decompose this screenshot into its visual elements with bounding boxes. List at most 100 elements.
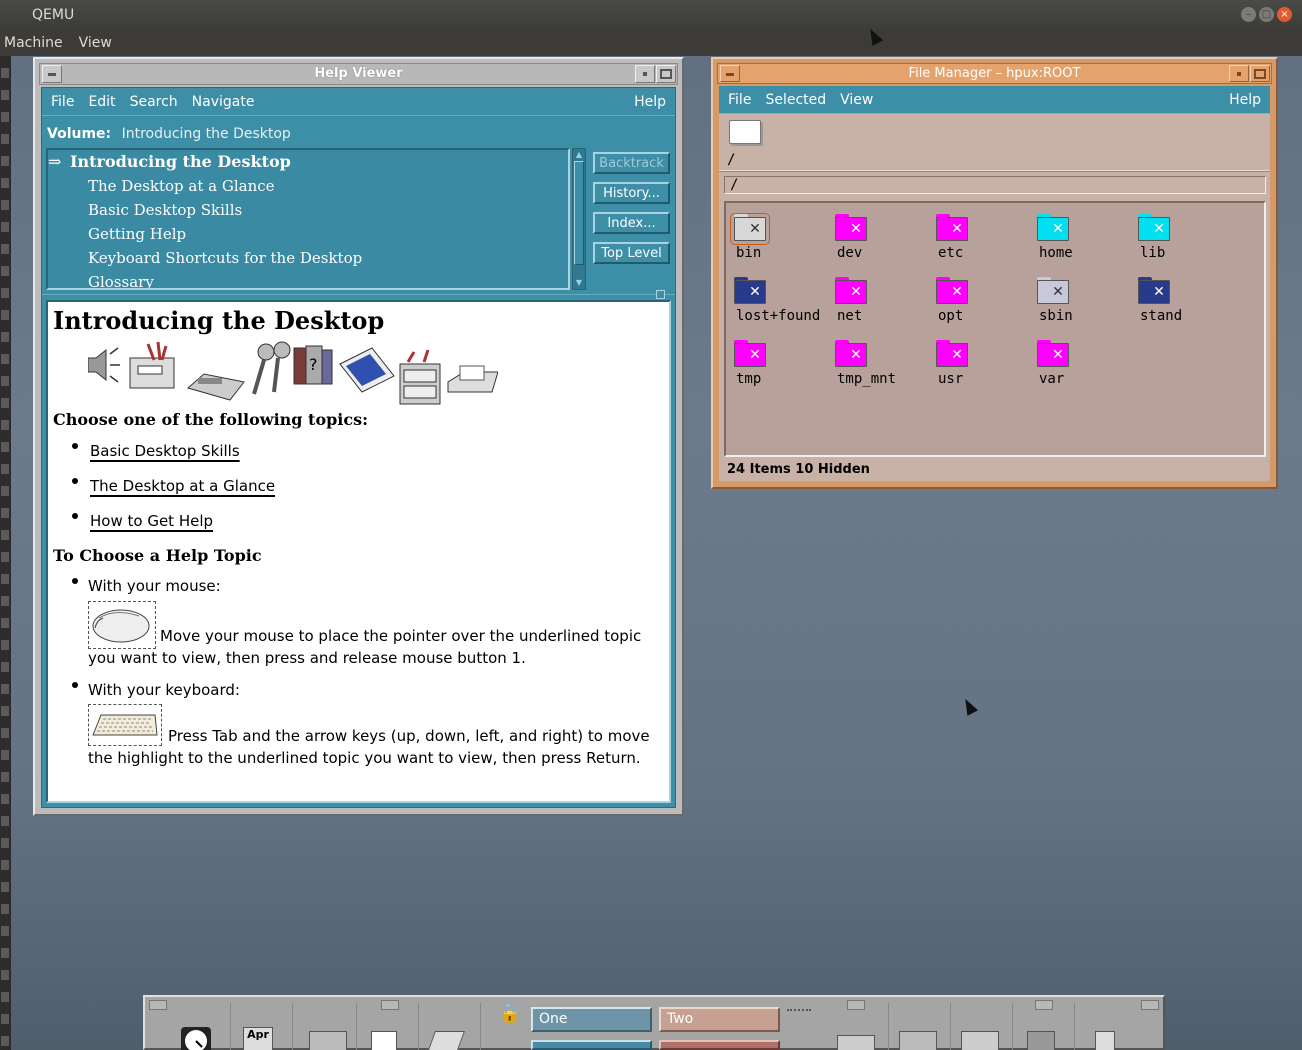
help-books-icon: ?	[293, 345, 333, 385]
panel-minimize-handle[interactable]	[1141, 1000, 1159, 1010]
topic-item[interactable]: Keyboard Shortcuts for the Desktop	[48, 246, 568, 270]
workspace-four-button[interactable]	[659, 1040, 780, 1050]
folder-name: home	[1039, 245, 1073, 261]
file-manager-title: File Manager – hpux:ROOT	[908, 66, 1081, 81]
folder-item[interactable]: ✕ home	[1031, 209, 1131, 265]
folder-name: tmp	[736, 371, 762, 387]
folder-item[interactable]: ✕ bin	[728, 209, 828, 265]
menu-selected[interactable]: Selected	[765, 92, 826, 108]
maximize-icon[interactable]: □	[1259, 7, 1274, 22]
scroll-up-icon[interactable]: ▲	[574, 150, 584, 160]
link-badge-icon: ✕	[1153, 284, 1165, 300]
clock-control[interactable]	[171, 1003, 231, 1050]
mail-tray-icon	[447, 365, 498, 393]
scroll-down-icon[interactable]: ▼	[574, 278, 584, 288]
help-manager-control[interactable]	[1015, 1003, 1075, 1050]
scroll-thumb[interactable]	[574, 161, 584, 265]
backtrack-button[interactable]: Backtrack	[593, 152, 670, 174]
top-level-button[interactable]: Top Level	[593, 242, 670, 264]
window-menu-icon[interactable]	[42, 65, 62, 83]
style-manager-control[interactable]	[891, 1003, 951, 1050]
mail-control[interactable]	[421, 1003, 481, 1050]
divider	[719, 170, 1270, 172]
menu-machine[interactable]: Machine	[4, 35, 63, 51]
folder-item[interactable]: ✕ etc	[930, 209, 1030, 265]
workspace-three-button[interactable]	[531, 1040, 652, 1050]
index-button[interactable]: Index...	[593, 212, 670, 234]
app-manager-control[interactable]	[953, 1003, 1013, 1050]
menu-help[interactable]: Help	[1229, 92, 1261, 108]
help-viewer-titlebar[interactable]: Help Viewer	[39, 63, 678, 85]
maximize-icon[interactable]	[656, 65, 676, 83]
topic-scrollbar[interactable]: ▲ ▼	[572, 148, 586, 290]
link-basic-desktop-skills[interactable]: Basic Desktop Skills	[90, 442, 240, 460]
topic-item[interactable]: Getting Help	[48, 222, 568, 246]
text-editor-control[interactable]	[359, 1003, 419, 1050]
link-badge-icon: ✕	[850, 347, 862, 363]
current-folder-icon[interactable]	[729, 120, 761, 144]
path-field[interactable]: /	[724, 176, 1266, 194]
folder-name: lost+found	[736, 308, 821, 324]
link-badge-icon: ✕	[749, 221, 761, 237]
folder-item[interactable]: ✕ lib	[1132, 209, 1232, 265]
host-title: QEMU	[32, 7, 75, 23]
folder-item[interactable]: ✕ sbin	[1031, 272, 1131, 328]
lock-icon[interactable]: 🔒	[495, 1003, 525, 1033]
menu-search[interactable]: Search	[130, 94, 178, 110]
printer-control[interactable]	[829, 1003, 889, 1050]
folder-item[interactable]: ✕ lost+found	[728, 272, 828, 328]
link-desktop-at-a-glance[interactable]: The Desktop at a Glance	[90, 477, 275, 495]
minimize-icon[interactable]	[1229, 65, 1249, 82]
folder-item[interactable]: ✕ usr	[930, 335, 1030, 391]
folder-name: sbin	[1039, 308, 1073, 324]
link-how-to-get-help[interactable]: How to Get Help	[90, 512, 213, 530]
trash-control[interactable]	[1077, 1003, 1137, 1050]
maximize-icon[interactable]	[1250, 65, 1270, 82]
help-viewer-menubar: File Edit Search Navigate Help	[42, 88, 675, 116]
iconic-path[interactable]: /	[727, 152, 735, 168]
menu-edit[interactable]: Edit	[88, 94, 115, 110]
topic-item[interactable]: The Desktop at a Glance	[48, 174, 568, 198]
folder-item[interactable]: ✕ tmp_mnt	[829, 335, 929, 391]
workspace-one-button[interactable]: One	[531, 1007, 652, 1032]
folder-item[interactable]: ✕ tmp	[728, 335, 828, 391]
minimize-icon[interactable]: –	[1241, 7, 1256, 22]
folder-name: stand	[1140, 308, 1183, 324]
app-manager-icon	[961, 1031, 999, 1050]
menu-view[interactable]: View	[79, 35, 112, 51]
printer-icon	[837, 1035, 875, 1050]
topic-item[interactable]: ⇒ Introducing the Desktop	[48, 150, 568, 174]
workspace-two-button[interactable]: Two	[659, 1007, 780, 1032]
folder-item[interactable]: ✕ opt	[930, 272, 1030, 328]
folder-item[interactable]: ✕ stand	[1132, 272, 1232, 328]
panel-menu-handle[interactable]	[149, 1000, 167, 1010]
folder-name: tmp_mnt	[837, 371, 897, 387]
keys-icon	[252, 341, 291, 395]
folder-item[interactable]: ✕ dev	[829, 209, 929, 265]
menu-file[interactable]: File	[728, 92, 751, 108]
file-manager-control[interactable]	[297, 1003, 357, 1050]
history-button[interactable]: History...	[593, 182, 670, 204]
current-topic-arrow-icon: ⇒	[48, 152, 62, 171]
pane-sash-handle[interactable]	[656, 290, 665, 299]
calendar-control[interactable]: Apr	[233, 1003, 293, 1050]
keyboard-instructions: Press Tab and the arrow keys (up, down, …	[88, 727, 650, 767]
folder-item[interactable]: ✕ var	[1031, 335, 1131, 391]
close-icon[interactable]: ×	[1277, 7, 1292, 22]
window-menu-icon[interactable]	[720, 65, 740, 82]
topic-item[interactable]: Glossary	[48, 270, 568, 288]
folder-grid: ✕ bin ✕ dev ✕ etc ✕ home ✕ lib ✕ lost+found ✕ net ✕ opt…	[724, 201, 1266, 457]
volume-value: Introducing the Desktop	[121, 126, 291, 142]
menu-help[interactable]: Help	[634, 94, 666, 110]
menu-navigate[interactable]: Navigate	[192, 94, 255, 110]
minimize-icon[interactable]	[635, 65, 655, 83]
bullet	[72, 578, 78, 584]
link-badge-icon: ✕	[850, 221, 862, 237]
menu-view[interactable]: View	[840, 92, 873, 108]
folder-item[interactable]: ✕ net	[829, 272, 929, 328]
topic-list[interactable]: ⇒ Introducing the Desktop The Desktop at…	[46, 148, 570, 290]
menu-file[interactable]: File	[51, 94, 74, 110]
topic-item[interactable]: Basic Desktop Skills	[48, 198, 568, 222]
mouse-label: With your mouse:	[88, 577, 221, 595]
file-manager-titlebar[interactable]: File Manager – hpux:ROOT	[717, 63, 1272, 84]
